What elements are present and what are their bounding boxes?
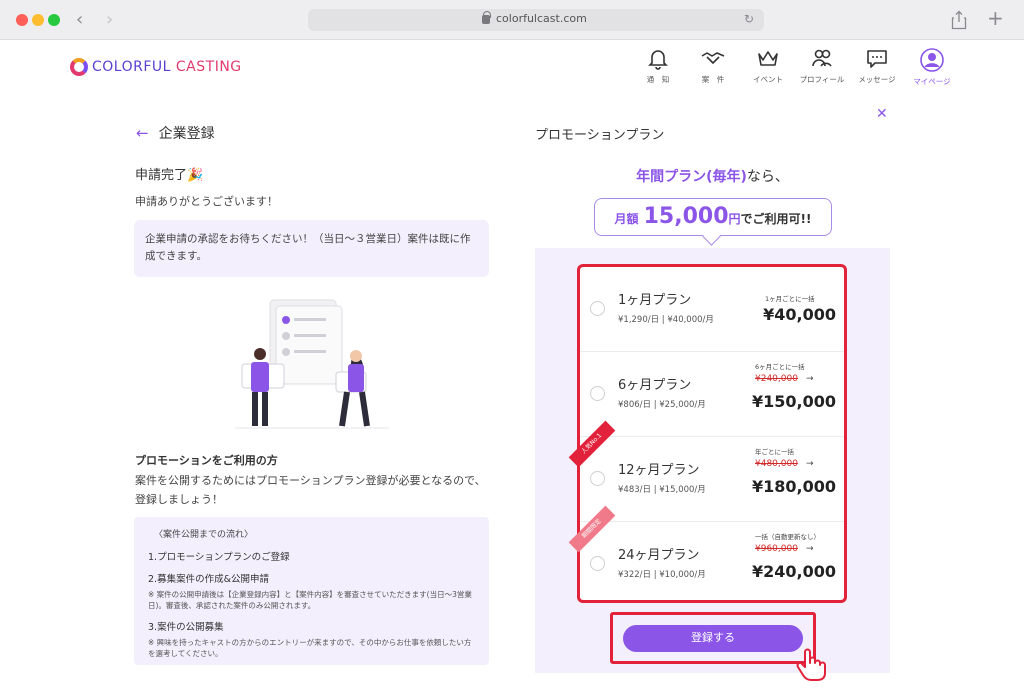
promotion-heading: プロモーションをご利用の方: [135, 454, 278, 467]
bubble-prefix: 月額: [614, 212, 639, 226]
bell-icon: [648, 50, 668, 70]
register-button[interactable]: 登録する: [623, 625, 803, 652]
annual-plan-highlight: 年間プラン(毎年): [636, 169, 747, 185]
flow-step-3: 3.案件の公開募集: [148, 622, 224, 633]
nav-item-jobs[interactable]: 案 件: [685, 48, 741, 85]
publish-flow-box: 〈案件公開までの流れ〉 1.プロモーションプランのご登録 2.募集案件の作成&公…: [134, 517, 489, 665]
address-bar[interactable]: colorfulcast.com ↻: [308, 9, 764, 31]
completion-heading: 申請完了🎉: [135, 168, 204, 183]
flow-heading: 〈案件公開までの流れ〉: [154, 530, 254, 540]
minimize-window-button[interactable]: [32, 14, 44, 26]
close-window-button[interactable]: [16, 14, 28, 26]
nav-item-events[interactable]: イベント: [740, 48, 796, 85]
approval-info-box: 企業申請の承認をお待ちください！（当日〜３営業日）案件は既に作成できます。: [134, 220, 489, 277]
price-arrow-icon: →: [806, 459, 814, 469]
zoom-window-button[interactable]: [48, 14, 60, 26]
logo-text: COLORFUL CASTING: [92, 59, 242, 75]
pointer-hand-icon: [796, 648, 826, 681]
plan-daily-price: ¥1,290/日 | ¥40,000/月: [618, 315, 714, 325]
plan-name: 1ヶ月プラン: [618, 293, 692, 308]
plan-billing-note: 年ごとに一括: [755, 448, 794, 456]
annual-plan-callout: 年間プラン(毎年)なら、: [535, 166, 890, 186]
close-icon[interactable]: ✕: [876, 106, 888, 122]
plan-name: 24ヶ月プラン: [618, 548, 700, 563]
nav-label-mypage: マイページ: [913, 77, 951, 86]
bubble-suffix: でご利用可!!: [740, 212, 812, 226]
user-icon: [920, 48, 944, 72]
reload-icon[interactable]: ↻: [744, 12, 754, 26]
plan-name: 12ヶ月プラン: [618, 463, 700, 478]
handshake-icon: [701, 52, 725, 64]
people-icon: [812, 49, 832, 67]
annual-plan-suffix: なら、: [746, 169, 789, 185]
plan-original-price: ¥480,000: [755, 459, 798, 469]
price-arrow-icon: →: [806, 374, 814, 384]
share-icon[interactable]: [951, 10, 967, 30]
nav-label-messages: メッセージ: [858, 75, 896, 84]
back-arrow-icon[interactable]: ←: [136, 124, 149, 142]
plan-price: ¥150,000: [751, 392, 836, 411]
nav-label-jobs: 案 件: [701, 75, 725, 84]
plan-name: 6ヶ月プラン: [618, 378, 692, 393]
plan-radio[interactable]: [590, 301, 605, 316]
new-tab-icon[interactable]: +: [987, 6, 1004, 30]
plan-option-6-month[interactable]: 6ヶ月プラン ¥806/日 | ¥25,000/月 6ヶ月ごとに一括 ¥240,…: [580, 352, 844, 437]
flow-step-1: 1.プロモーションプランのご登録: [148, 552, 290, 563]
plan-option-24-month[interactable]: 24ヶ月プラン ¥322/日 | ¥10,000/月 一括（自動更新なし） ¥9…: [580, 522, 844, 607]
browser-toolbar: ‹ › colorfulcast.com ↻ +: [0, 0, 1024, 40]
message-icon: [867, 50, 887, 68]
flow-step-2: 2.募集案件の作成&公開申請: [148, 574, 269, 585]
plan-daily-price: ¥806/日 | ¥25,000/月: [618, 400, 706, 410]
nav-item-mypage[interactable]: マイページ: [904, 48, 960, 87]
plan-option-12-month[interactable]: 12ヶ月プラン ¥483/日 | ¥15,000/月 年ごとに一括 ¥480,0…: [580, 437, 844, 522]
nav-label-events: イベント: [753, 75, 783, 84]
plan-radio[interactable]: [590, 556, 605, 571]
plan-price: ¥180,000: [751, 477, 836, 496]
plan-daily-price: ¥483/日 | ¥15,000/月: [618, 485, 706, 495]
site-logo[interactable]: COLORFUL CASTING: [70, 58, 242, 76]
url-text: colorfulcast.com: [496, 12, 587, 25]
nav-item-profile[interactable]: プロフィール: [794, 48, 850, 85]
approval-info-text: 企業申請の承認をお待ちください！（当日〜３営業日）案件は既に作成できます。: [145, 233, 471, 262]
page-title: 企業登録: [158, 126, 215, 142]
plan-original-price: ¥240,000: [755, 374, 798, 384]
monthly-price-bubble: 月額 15,000円でご利用可!!: [594, 198, 832, 236]
plan-original-price: ¥960,000: [755, 544, 798, 554]
logo-mark-icon: [70, 58, 88, 76]
flow-note-3: ※ 興味を持ったキャストの方からのエントリーが来ますので、その中からお仕事を依頼…: [148, 638, 472, 658]
lock-icon: [482, 11, 491, 24]
bubble-unit: 円: [728, 212, 741, 226]
price-arrow-icon: →: [806, 544, 814, 554]
plan-billing-note: 6ヶ月ごとに一括: [755, 363, 805, 371]
thanks-message: 申請ありがとうございます！: [135, 195, 278, 208]
plan-daily-price: ¥322/日 | ¥10,000/月: [618, 570, 706, 580]
plan-list: 1ヶ月プラン ¥1,290/日 | ¥40,000/月 1ヶ月ごとに一括 ¥40…: [577, 264, 847, 603]
promotion-plan-title: プロモーションプラン: [535, 128, 665, 143]
plan-option-1-month[interactable]: 1ヶ月プラン ¥1,290/日 | ¥40,000/月 1ヶ月ごとに一括 ¥40…: [580, 267, 844, 352]
plan-radio[interactable]: [590, 386, 605, 401]
bubble-amount: 15,000: [643, 204, 729, 229]
nav-item-notifications[interactable]: 通 知: [630, 48, 686, 85]
logo-word-casting: CASTING: [175, 59, 242, 75]
flow-note-2: ※ 案件の公開申請後は【企業登録内容】と【案件内容】を審査させていただきます(当…: [148, 590, 472, 610]
crown-icon: [758, 51, 778, 66]
plan-billing-note: 1ヶ月ごとに一括: [765, 295, 815, 303]
promotion-description: 案件を公開するためにはプロモーションプラン登録が必要となるので、登録しましょう！: [135, 474, 486, 506]
nav-item-messages[interactable]: メッセージ: [849, 48, 905, 85]
plan-radio[interactable]: [590, 471, 605, 486]
logo-word-colorful: COLORFUL: [92, 59, 176, 75]
application-illustration: [235, 299, 389, 429]
page-header: ← 企業登録: [136, 123, 215, 143]
nav-label-notifications: 通 知: [646, 75, 670, 84]
plan-price: ¥240,000: [751, 562, 836, 581]
nav-label-profile: プロフィール: [799, 75, 845, 84]
back-arrow-icon[interactable]: ‹: [76, 9, 83, 30]
forward-arrow-icon[interactable]: ›: [106, 9, 113, 30]
plan-price: ¥40,000: [763, 305, 836, 324]
plan-billing-note: 一括（自動更新なし）: [755, 533, 820, 541]
